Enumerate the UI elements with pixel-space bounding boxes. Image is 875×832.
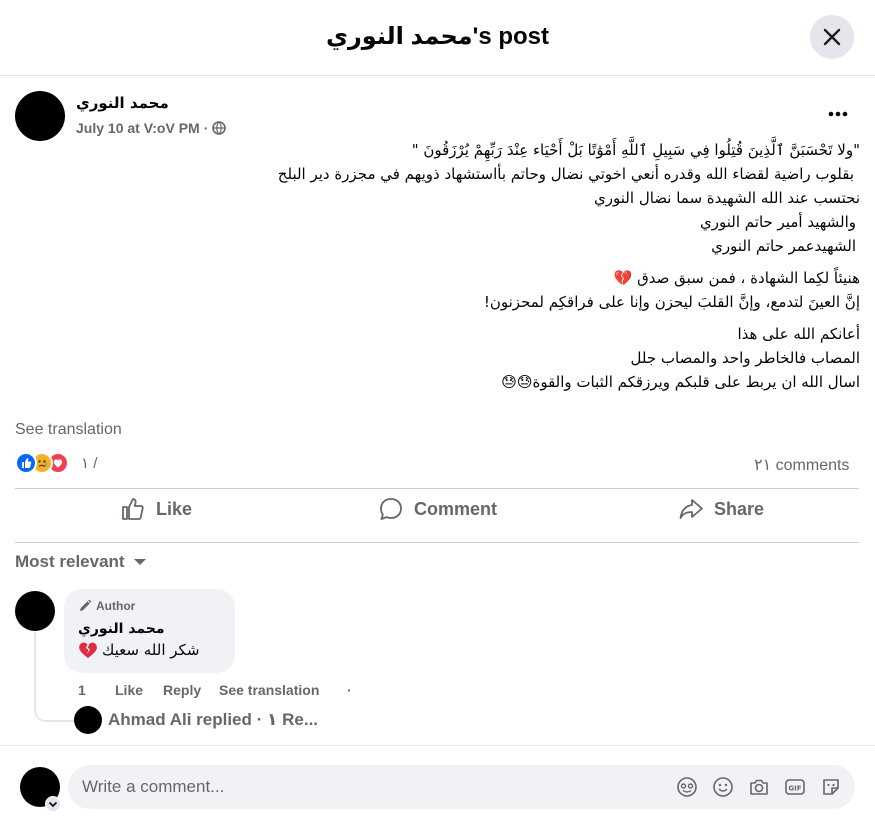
like-button[interactable]: Like — [120, 496, 192, 522]
avatar-sticker-button[interactable] — [675, 775, 699, 799]
like-icon — [122, 498, 144, 520]
camera-button[interactable] — [747, 775, 771, 799]
pencil-icon — [80, 599, 92, 611]
comment-icon — [380, 498, 402, 520]
globe-icon — [212, 121, 227, 135]
dialog-title: محمد النوري's post — [325, 23, 550, 50]
camera-icon — [750, 779, 768, 795]
comment-button[interactable]: Comment — [378, 496, 497, 522]
divider — [15, 488, 859, 489]
post-line: والشهيد أمير حاتم النوري — [700, 213, 856, 231]
comment-text: شكر الله سعيك — [78, 641, 199, 659]
comment-text-content: شكر الله سعيك — [102, 641, 200, 659]
share-button[interactable]: Share — [678, 496, 764, 522]
comment-like-button[interactable]: Like — [115, 682, 163, 698]
divider — [15, 542, 859, 543]
comment-separator: · — [347, 682, 352, 698]
svg-text:GIF: GIF — [788, 785, 801, 793]
post-line: المصاب فالخاطر واحد والمصاب جلل — [630, 349, 860, 367]
avatar-sticker-icon — [677, 777, 697, 797]
comments-count[interactable]: ٢١ comments — [754, 454, 854, 478]
sticker-icon — [823, 779, 839, 795]
post-text: "ولا تَحْسَبَنَّ ٱلَّذِينَ قُتِلُوا فِي … — [10, 138, 860, 394]
comment-bubble: Author محمد النوري شكر الله سعيك — [64, 589, 235, 673]
sticker-button[interactable] — [819, 775, 843, 799]
author-avatar[interactable] — [15, 91, 65, 141]
composer-tools: GIF — [675, 775, 843, 799]
reaction-count: ١ / — [81, 455, 98, 472]
reply-summary: Ahmad Ali replied · ١ Re... — [108, 710, 319, 729]
post-line: أعانكم الله على هذا — [737, 325, 860, 343]
post-timestamp[interactable]: July 10 at V:oV PM — [76, 120, 200, 136]
post-line: بقلوب راضية لقضاء الله وقدره أنعي اخوتي … — [277, 165, 854, 183]
post-line: الشهيدعمر حاتم النوري — [711, 237, 856, 255]
author-badge: Author — [78, 599, 135, 613]
see-translation-link[interactable]: See translation — [15, 421, 122, 439]
comment-input-placeholder: Write a comment... — [82, 777, 225, 796]
like-reaction-icon — [15, 452, 37, 474]
share-icon — [679, 499, 703, 519]
post-line: "ولا تَحْسَبَنَّ ٱلَّذِينَ قُتِلُوا فِي … — [411, 141, 860, 159]
post-author-name[interactable]: محمد النوري — [76, 94, 169, 112]
like-label: Like — [156, 498, 193, 519]
more-options-button[interactable] — [826, 104, 850, 124]
gif-button[interactable]: GIF — [783, 775, 807, 799]
share-label: Share — [714, 498, 765, 519]
comment-input[interactable]: Write a comment... GIF — [68, 765, 855, 809]
emoji-icon — [713, 777, 733, 797]
close-button[interactable] — [810, 15, 854, 59]
caret-down-icon — [133, 559, 146, 565]
more-dots-icon — [828, 111, 848, 117]
broken-heart-icon — [79, 642, 97, 658]
comment-reply-button[interactable]: Reply — [163, 682, 219, 698]
comment-sort-label: Most relevant — [15, 552, 125, 571]
reactions-summary[interactable]: ١ / — [15, 452, 97, 474]
commenter-avatar[interactable] — [15, 591, 55, 631]
view-replies-link[interactable]: Ahmad Ali replied · ١ Re... — [74, 706, 318, 734]
commenter-name[interactable]: محمد النوري — [78, 621, 165, 637]
comment-see-translation[interactable]: See translation — [219, 682, 347, 698]
comment-composer: Write a comment... GIF — [0, 745, 875, 832]
replier-avatar — [74, 706, 102, 734]
author-badge-label: Author — [96, 599, 136, 613]
chevron-down-icon[interactable] — [45, 796, 61, 812]
gif-icon: GIF — [785, 779, 805, 795]
comment-actions: 1 Like Reply See translation · — [78, 682, 352, 698]
close-icon — [823, 28, 841, 46]
post-line: نحتسب عند الله الشهيدة سما نضال النوري — [594, 189, 860, 207]
post-dialog-header: محمد النوري's post — [0, 0, 875, 76]
post-line: اسال الله ان يربط على قلبكم ويرزقكم الثب… — [501, 373, 860, 391]
post-line: هنيئاً لكِما الشهادة ، فمن سبق صدق 💔 — [613, 269, 860, 287]
meta-separator: · — [203, 120, 209, 136]
post-meta: July 10 at V:oV PM · — [76, 120, 227, 136]
comment-label: Comment — [414, 498, 498, 519]
post-line: إنَّ العينَ لتدمع، وإنَّ القلبَ ليحزن وإ… — [483, 293, 860, 311]
comment-sort-dropdown[interactable]: Most relevant — [15, 552, 147, 572]
emoji-button[interactable] — [711, 775, 735, 799]
comment-time[interactable]: 1 — [78, 682, 115, 698]
